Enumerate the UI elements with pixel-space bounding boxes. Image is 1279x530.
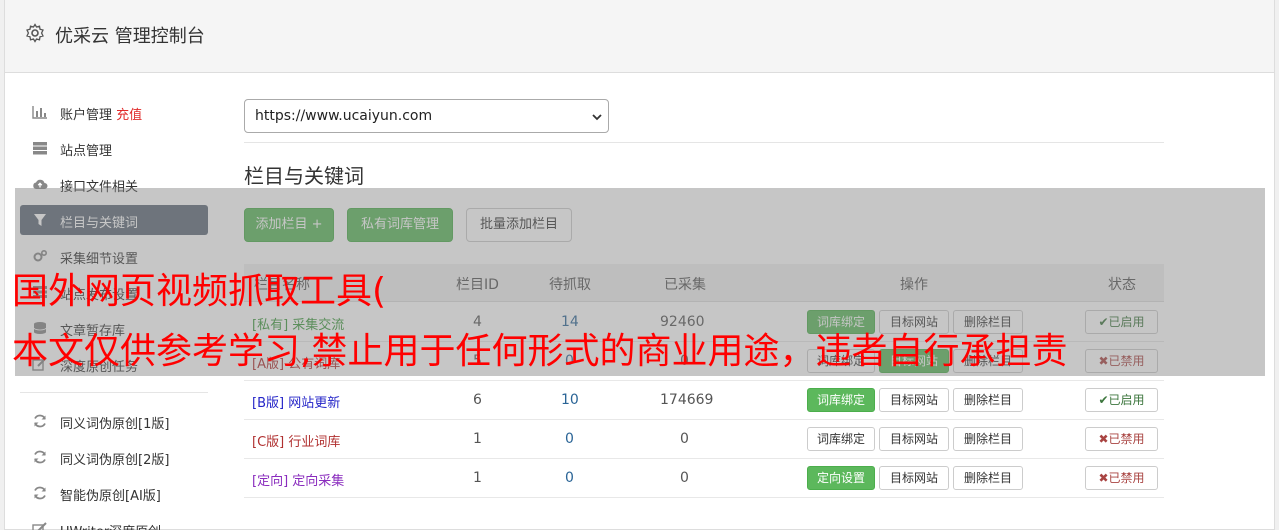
column-name-link[interactable]: [定向] 定向采集 bbox=[252, 470, 344, 489]
bar-chart-icon bbox=[32, 106, 47, 119]
column-id: 1 bbox=[473, 431, 482, 447]
sidebar-item-label: 智能伪原创[AI版] bbox=[60, 489, 161, 504]
sidebar-item-label: 账户管理 bbox=[60, 108, 113, 123]
collected-count: 174669 bbox=[660, 392, 714, 408]
site-select[interactable]: https://www.ucaiyun.com bbox=[244, 99, 609, 133]
delete-column-button[interactable]: 删除栏目 bbox=[953, 427, 1023, 451]
sidebar-item-ai-original[interactable]: 智能伪原创[AI版] bbox=[20, 478, 208, 508]
pending-count[interactable]: 0 bbox=[565, 470, 574, 486]
refresh-icon bbox=[34, 450, 46, 464]
bind-library-button[interactable]: 词库绑定 bbox=[807, 388, 875, 412]
pending-count[interactable]: 10 bbox=[561, 392, 579, 408]
column-id: 6 bbox=[473, 392, 482, 408]
watermark-line-1: 国外网页视频抓取工具( bbox=[12, 271, 387, 312]
sidebar-item-sites[interactable]: 站点管理 bbox=[20, 133, 208, 163]
column-tag: [C版] bbox=[252, 435, 285, 450]
table-row: [C版] 行业词库 1 0 0 词库绑定 目标网站 删除栏目 ✖已禁用 bbox=[244, 420, 1164, 459]
column-name-link[interactable]: [C版] 行业词库 bbox=[252, 431, 340, 450]
chevron-down-icon bbox=[592, 114, 602, 121]
table-row: [B版] 网站更新 6 10 174669 词库绑定 目标网站 删除栏目 ✔已启… bbox=[244, 381, 1164, 420]
status-toggle[interactable]: ✖已禁用 bbox=[1085, 427, 1158, 451]
status-label: 已启用 bbox=[1108, 393, 1145, 407]
sidebar-item-account[interactable]: 账户管理 充值 bbox=[20, 97, 208, 127]
bind-library-button[interactable]: 词库绑定 bbox=[807, 427, 875, 451]
sidebar-item-label: 同义词伪原创[2版] bbox=[60, 453, 170, 468]
column-name: 定向采集 bbox=[292, 474, 345, 489]
column-tag: [定向] bbox=[252, 474, 289, 489]
target-site-button[interactable]: 目标网站 bbox=[879, 388, 949, 412]
refresh-icon bbox=[34, 486, 46, 500]
sidebar-item-synonym-v2[interactable]: 同义词伪原创[2版] bbox=[20, 442, 208, 472]
divider bbox=[244, 142, 1164, 143]
status-toggle[interactable]: ✖已禁用 bbox=[1085, 466, 1158, 490]
column-name-link[interactable]: [B版] 网站更新 bbox=[252, 392, 340, 411]
column-id: 1 bbox=[473, 470, 482, 486]
status-toggle[interactable]: ✔已启用 bbox=[1085, 388, 1158, 412]
site-select-value: https://www.ucaiyun.com bbox=[255, 108, 433, 124]
watermark-line-2: 本文仅供参考学习,禁止用于任何形式的商业用途，违者自行承担责 bbox=[12, 331, 1068, 372]
recharge-link[interactable]: 充值 bbox=[116, 108, 142, 123]
delete-column-button[interactable]: 删除栏目 bbox=[953, 388, 1023, 412]
server-icon bbox=[33, 142, 47, 155]
directed-settings-button[interactable]: 定向设置 bbox=[807, 466, 875, 490]
pencil-icon bbox=[32, 522, 47, 530]
status-label: 已禁用 bbox=[1108, 432, 1145, 446]
panel-header: 优采云 管理控制台 bbox=[5, 0, 1274, 73]
section-title: 栏目与关键词 bbox=[244, 164, 364, 188]
collected-count: 0 bbox=[680, 470, 689, 486]
column-name: 网站更新 bbox=[288, 396, 341, 411]
sidebar-item-label: 同义词伪原创[1版] bbox=[60, 417, 170, 432]
status-label: 已禁用 bbox=[1108, 471, 1145, 485]
refresh-icon bbox=[34, 414, 46, 428]
check-icon: ✔ bbox=[1098, 393, 1109, 407]
close-icon: ✖ bbox=[1098, 471, 1109, 485]
target-site-button[interactable]: 目标网站 bbox=[879, 466, 949, 490]
column-tag: [B版] bbox=[252, 396, 285, 411]
column-name: 行业词库 bbox=[288, 435, 341, 450]
sidebar-item-uwriter[interactable]: UWriter深度原创 bbox=[20, 514, 208, 530]
sidebar-item-synonym-v1[interactable]: 同义词伪原创[1版] bbox=[20, 406, 208, 436]
delete-column-button[interactable]: 删除栏目 bbox=[953, 466, 1023, 490]
collected-count: 0 bbox=[680, 431, 689, 447]
sidebar-item-label: 站点管理 bbox=[60, 144, 113, 159]
gear-icon bbox=[26, 23, 44, 43]
close-icon: ✖ bbox=[1098, 432, 1109, 446]
pending-count[interactable]: 0 bbox=[565, 431, 574, 447]
sidebar-divider bbox=[20, 392, 208, 393]
table-row: [定向] 定向采集 1 0 0 定向设置 目标网站 删除栏目 ✖已禁用 bbox=[244, 459, 1164, 498]
sidebar-item-label: UWriter深度原创 bbox=[60, 521, 161, 530]
target-site-button[interactable]: 目标网站 bbox=[879, 427, 949, 451]
page-title: 优采云 管理控制台 bbox=[55, 26, 205, 47]
